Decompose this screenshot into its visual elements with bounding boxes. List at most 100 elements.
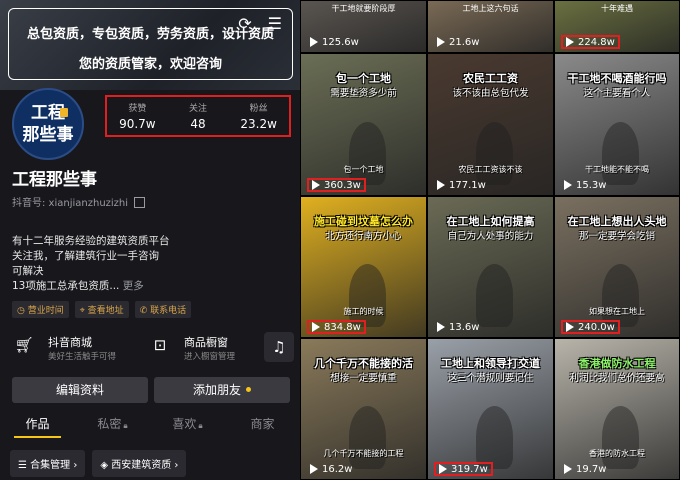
collection-manage-button[interactable]: ☰ 合集管理 › <box>10 450 86 477</box>
menu-icon[interactable]: ☰ <box>268 14 282 33</box>
tab-likes[interactable]: 喜欢 🔒︎ <box>150 410 225 438</box>
video-tile[interactable]: 在工地上如何提高 自己为人处事的能力 13.6w <box>427 196 554 338</box>
video-title: 施工碰到坟墓怎么办 <box>314 215 413 228</box>
handle-text: 抖音号: xianjianzhuzizhi <box>12 198 129 209</box>
video-tile[interactable]: 施工碰到坟墓怎么办 北方还行南方小心 施工的时候 834.8w <box>300 196 427 338</box>
action-buttons: 编辑资料 添加朋友 <box>12 377 290 403</box>
chip-label: 营业时间 <box>27 306 64 316</box>
video-subtitle: 那一定要学会吃销 <box>578 231 655 242</box>
tab-merchant[interactable]: 商家 <box>225 410 300 438</box>
chip-label: 联系电话 <box>150 306 187 316</box>
storefront-icon: ⊡ <box>153 336 167 354</box>
collection-chip[interactable]: ◈ 西安建筑资质 › <box>92 450 187 477</box>
stat-label: 粉丝 <box>249 104 268 114</box>
view-count-value: 360.3w <box>324 179 361 191</box>
play-icon <box>564 180 572 190</box>
video-tile[interactable]: 工地上这六句话 21.6w <box>427 0 554 53</box>
bio-more-link[interactable]: 更多 <box>123 280 144 292</box>
play-icon <box>312 180 320 190</box>
add-friend-button[interactable]: 添加朋友 <box>154 377 290 403</box>
video-subtitle: 利润比我们总价还要高 <box>569 373 665 384</box>
chip-label: 合集管理 <box>30 460 71 471</box>
profile-bio: 有十二年服务经验的建筑资质平台 关注我，了解建筑行业一手咨询 可解决 13项施工… <box>12 234 292 294</box>
bio-line: 可解决 <box>12 265 44 277</box>
avatar[interactable]: 工程 那些事 <box>12 88 84 160</box>
lock-icon: 🔒︎ <box>198 421 203 430</box>
video-tile[interactable]: 工地上和领导打交道 这三个潜规则要记住 319.7w <box>427 338 554 480</box>
video-subtitle: 自己为人处事的能力 <box>447 231 534 242</box>
play-icon <box>439 464 447 474</box>
qr-code-icon[interactable] <box>134 197 146 208</box>
video-caption: 工地上这六句话 <box>462 4 519 13</box>
video-tile[interactable]: 几个千万不能接的活 想接一定要慎重 几个千万不能接的工程 16.2w <box>300 338 427 480</box>
top-icons: ⟳ ☰ <box>238 14 282 33</box>
video-tile[interactable]: 干工地不喝酒能行吗 这个主要看个人 干工地能不能不喝 15.3w <box>554 53 680 196</box>
stat-label: 关注 <box>189 104 208 114</box>
view-count: 177.1w <box>434 178 489 192</box>
avatar-badge-icon <box>60 108 68 117</box>
video-caption: 施工的时候 <box>343 307 384 316</box>
view-count-value: 19.7w <box>576 463 607 475</box>
video-title: 在工地上想出人头地 <box>567 215 667 228</box>
view-count: 224.8w <box>561 35 620 49</box>
avatar-text-2: 那些事 <box>22 125 74 145</box>
tab-works[interactable]: 作品 <box>0 410 75 438</box>
chip-business-hours[interactable]: ◷ 营业时间 <box>12 301 69 318</box>
stat-followers[interactable]: 粉丝 23.2w <box>228 97 289 135</box>
thumbnail-figure <box>348 121 386 186</box>
video-tile[interactable]: 香港做防水工程 利润比我们总价还要高 香港的防水工程 19.7w <box>554 338 680 480</box>
profile-tabs: 作品 私密 🔒︎ 喜欢 🔒︎ 商家 <box>0 410 300 438</box>
chip-label: 查看地址 <box>87 306 124 316</box>
play-icon <box>564 464 572 474</box>
stat-value: 23.2w <box>240 117 277 131</box>
video-tile[interactable]: 十年难遇 224.8w <box>554 0 680 53</box>
thumbnail-figure <box>475 264 513 328</box>
video-tile[interactable]: 干工地就要阶段厚 125.6w <box>300 0 427 53</box>
view-count: 834.8w <box>307 320 366 334</box>
view-count-value: 15.3w <box>576 179 607 191</box>
video-caption: 包一个工地 <box>343 165 384 174</box>
bio-line: 有十二年服务经验的建筑资质平台 <box>12 235 170 247</box>
share-icon[interactable]: ⟳ <box>238 14 251 33</box>
chip-phone[interactable]: ✆ 联系电话 <box>134 301 192 318</box>
bio-line-text: 13项施工总承包资质... <box>12 280 120 292</box>
edit-profile-button[interactable]: 编辑资料 <box>12 377 148 403</box>
tab-private[interactable]: 私密 🔒︎ <box>75 410 150 438</box>
view-count-value: 21.6w <box>449 36 480 48</box>
stat-likes[interactable]: 获赞 90.7w <box>107 97 168 135</box>
play-icon <box>566 37 574 47</box>
view-count: 21.6w <box>434 35 482 49</box>
play-icon <box>437 322 445 332</box>
video-tile[interactable]: 包一个工地 需要垫资多少前 包一个工地 360.3w <box>300 53 427 196</box>
chip-address[interactable]: ⌖ 查看地址 <box>74 301 129 318</box>
bio-line: 13项施工总承包资质... 更多 <box>12 279 292 294</box>
lock-icon: 🔒︎ <box>123 421 128 430</box>
view-count: 19.7w <box>561 462 609 476</box>
view-count: 125.6w <box>307 35 362 49</box>
service-title: 商品橱窗 <box>184 336 228 349</box>
thumbnail-figure <box>602 121 640 186</box>
stats-box: 获赞 90.7w 关注 48 粉丝 23.2w <box>105 95 291 137</box>
music-note-icon[interactable]: ♫ <box>264 332 294 362</box>
video-title: 农民工工资 <box>463 72 518 85</box>
view-count: 360.3w <box>307 178 366 192</box>
view-count-value: 13.6w <box>449 321 480 333</box>
play-icon <box>437 180 445 190</box>
view-count-value: 834.8w <box>324 321 361 333</box>
chip-label: 西安建筑资质 <box>111 460 172 471</box>
bio-line: 关注我，了解建筑行业一手咨询 <box>12 250 159 262</box>
video-tile[interactable]: 在工地上想出人头地 那一定要学会吃销 如果想在工地上 240.0w <box>554 196 680 338</box>
stat-following[interactable]: 关注 48 <box>168 97 229 135</box>
profile-panel: 总包资质，专包资质，劳务资质，设计资质 您的资质管家，欢迎咨询 ⟳ ☰ 工程 那… <box>0 0 300 480</box>
stat-value: 48 <box>190 117 206 131</box>
thumbnail-figure <box>348 264 386 328</box>
video-title: 包一个工地 <box>336 72 391 85</box>
video-caption: 干工地能不能不喝 <box>585 165 649 174</box>
banner-line-2: 您的资质管家，欢迎咨询 <box>78 57 222 72</box>
thumbnail-figure <box>602 264 640 328</box>
video-tile[interactable]: 农民工工资 该不该由总包代发 农民工工资该不该 177.1w <box>427 53 554 196</box>
profile-handle: 抖音号: xianjianzhuzizhi <box>12 194 146 209</box>
video-title: 工地上和领导打交道 <box>441 357 540 370</box>
view-count: 15.3w <box>561 178 609 192</box>
profile-name: 工程那些事 <box>12 170 97 190</box>
